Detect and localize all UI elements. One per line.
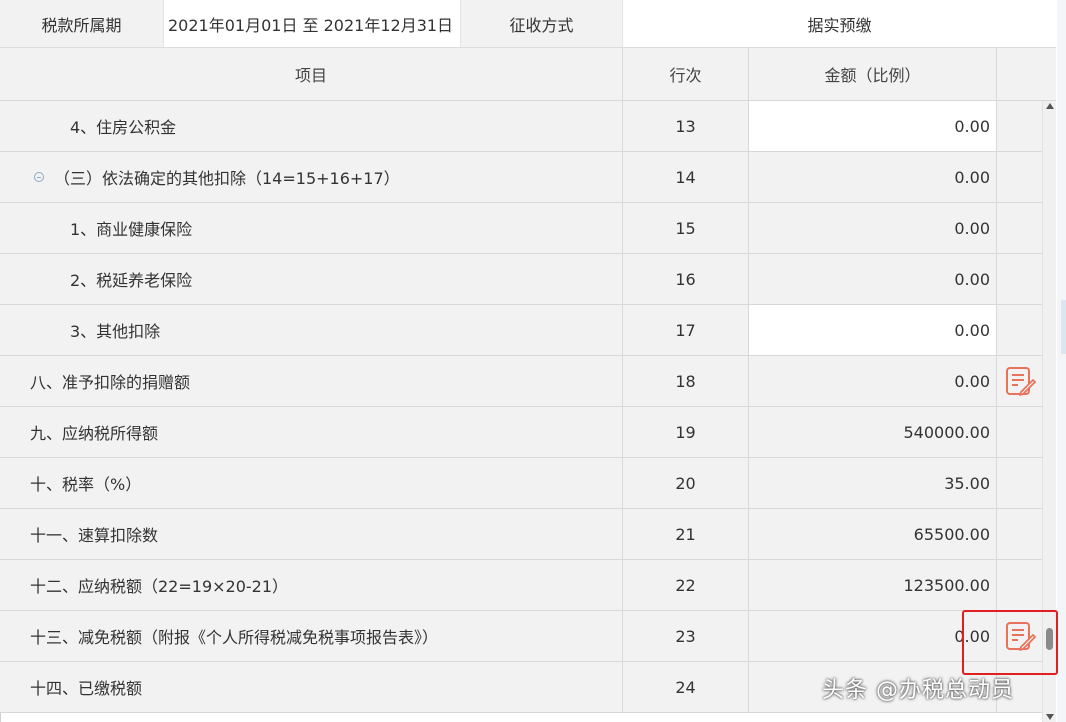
- row-line-number: 16: [622, 254, 748, 304]
- vertical-scrollbar[interactable]: [1042, 101, 1056, 722]
- row-line-number: 13: [622, 101, 748, 151]
- header-line-number: 行次: [622, 48, 748, 100]
- row-amount-value: 0.00: [748, 152, 996, 202]
- table-row: 八、准予扣除的捐赠额 18 0.00: [0, 356, 1042, 407]
- row-operation-cell: [996, 305, 1042, 355]
- row-item-label: 十二、应纳税额（22=19×20-21）: [0, 560, 622, 610]
- row-operation-cell: [996, 611, 1042, 661]
- table-row: 十三、减免税额（附报《个人所得税减免税事项报告表》） 23 0.00: [0, 611, 1042, 662]
- row-item-label: 1、商业健康保险: [0, 203, 622, 253]
- row-line-number: 15: [622, 203, 748, 253]
- row-amount-value: 123500.00: [748, 560, 996, 610]
- row-line-number: 18: [622, 356, 748, 406]
- row-item-label: 十、税率（%）: [0, 458, 622, 508]
- row-item-label: 4、住房公积金: [0, 101, 622, 151]
- row-amount-value: 540000.00: [748, 407, 996, 457]
- row-amount-value: 0.00: [748, 203, 996, 253]
- row-item-label: 十四、已缴税额: [0, 662, 622, 712]
- row-item-label: 十三、减免税额（附报《个人所得税减免税事项报告表》）: [0, 611, 622, 661]
- table-row: 1、商业健康保险 15 0.00: [0, 203, 1042, 254]
- table-row: （三）依法确定的其他扣除（14=15+16+17） 14 0.00: [0, 152, 1042, 203]
- row-item-text: 十三、减免税额（附报《个人所得税减免税事项报告表》）: [30, 628, 439, 647]
- row-amount-value: 0.00: [748, 356, 996, 406]
- row-item-text: 十一、速算扣除数: [30, 526, 159, 545]
- outside-window-strip: [1057, 0, 1066, 722]
- tax-period-info-row: 税款所属期 2021年01月01日 至 2021年12月31日 征收方式 据实预…: [0, 0, 1056, 48]
- row-line-number: 21: [622, 509, 748, 559]
- row-item-text: 十二、应纳税额（22=19×20-21）: [30, 577, 289, 596]
- edit-form-icon[interactable]: [1004, 365, 1036, 397]
- row-amount-value: 65500.00: [748, 509, 996, 559]
- table-row: 十、税率（%） 20 35.00: [0, 458, 1042, 509]
- row-item-label: （三）依法确定的其他扣除（14=15+16+17）: [0, 152, 622, 202]
- row-operation-cell: [996, 407, 1042, 457]
- row-line-number: 17: [622, 305, 748, 355]
- tax-period-label: 税款所属期: [0, 0, 163, 47]
- row-item-text: 3、其他扣除: [70, 322, 161, 341]
- collection-method-label: 征收方式: [461, 0, 622, 47]
- row-operation-cell: [996, 254, 1042, 304]
- row-amount-value: 35.00: [748, 458, 996, 508]
- row-item-text: （三）依法确定的其他扣除（14=15+16+17）: [54, 169, 400, 188]
- row-item-label: 3、其他扣除: [0, 305, 622, 355]
- tax-period-value: 2021年01月01日 至 2021年12月31日: [163, 0, 461, 47]
- table-header: 项目 行次 金额（比例）: [0, 48, 1056, 101]
- row-line-number: 22: [622, 560, 748, 610]
- collapse-minus-icon[interactable]: [34, 172, 44, 182]
- row-operation-cell: [996, 101, 1042, 151]
- table-row: 十二、应纳税额（22=19×20-21） 22 123500.00: [0, 560, 1042, 611]
- row-item-text: 八、准予扣除的捐赠额: [30, 373, 191, 392]
- scroll-thumb[interactable]: [1046, 628, 1053, 650]
- row-operation-cell: [996, 560, 1042, 610]
- row-line-number: 23: [622, 611, 748, 661]
- row-item-label: 八、准予扣除的捐赠额: [0, 356, 622, 406]
- header-item: 项目: [294, 66, 327, 85]
- header-amount: 金额（比例）: [748, 48, 996, 100]
- row-item-text: 4、住房公积金: [70, 118, 177, 137]
- table-row: 九、应纳税所得额 19 540000.00: [0, 407, 1042, 458]
- row-item-label: 2、税延养老保险: [0, 254, 622, 304]
- row-item-label: 九、应纳税所得额: [0, 407, 622, 457]
- row-line-number: 14: [622, 152, 748, 202]
- row-amount-input[interactable]: 0.00: [748, 305, 996, 355]
- row-line-number: 20: [622, 458, 748, 508]
- row-item-text: 2、税延养老保险: [70, 271, 193, 290]
- row-amount-value: 0.00: [748, 611, 996, 661]
- scroll-down-arrow-icon[interactable]: [1046, 714, 1054, 720]
- row-line-number: 24: [622, 662, 748, 712]
- table-row: 十一、速算扣除数 21 65500.00: [0, 509, 1042, 560]
- watermark: 头条 @办税总动员: [822, 678, 1014, 703]
- row-operation-cell: [996, 509, 1042, 559]
- row-operation-cell: [996, 356, 1042, 406]
- row-item-text: 1、商业健康保险: [70, 220, 193, 239]
- row-item-text: 九、应纳税所得额: [30, 424, 159, 443]
- collection-method-value: 据实预缴: [622, 0, 1056, 47]
- scroll-up-arrow-icon[interactable]: [1046, 103, 1054, 109]
- edit-form-icon[interactable]: [1004, 620, 1036, 652]
- row-operation-cell: [996, 458, 1042, 508]
- row-item-label: 十一、速算扣除数: [0, 509, 622, 559]
- table-row: 2、税延养老保险 16 0.00: [0, 254, 1042, 305]
- row-operation-cell: [996, 152, 1042, 202]
- row-amount-input[interactable]: 0.00: [748, 101, 996, 151]
- row-item-text: 十四、已缴税额: [30, 679, 143, 698]
- table-row: 3、其他扣除 17 0.00: [0, 305, 1042, 356]
- row-item-text: 十、税率（%）: [30, 475, 142, 494]
- table-row: 4、住房公积金 13 0.00: [0, 101, 1042, 152]
- row-amount-value: 0.00: [748, 254, 996, 304]
- row-line-number: 19: [622, 407, 748, 457]
- row-operation-cell: [996, 203, 1042, 253]
- header-operation: [996, 48, 1056, 100]
